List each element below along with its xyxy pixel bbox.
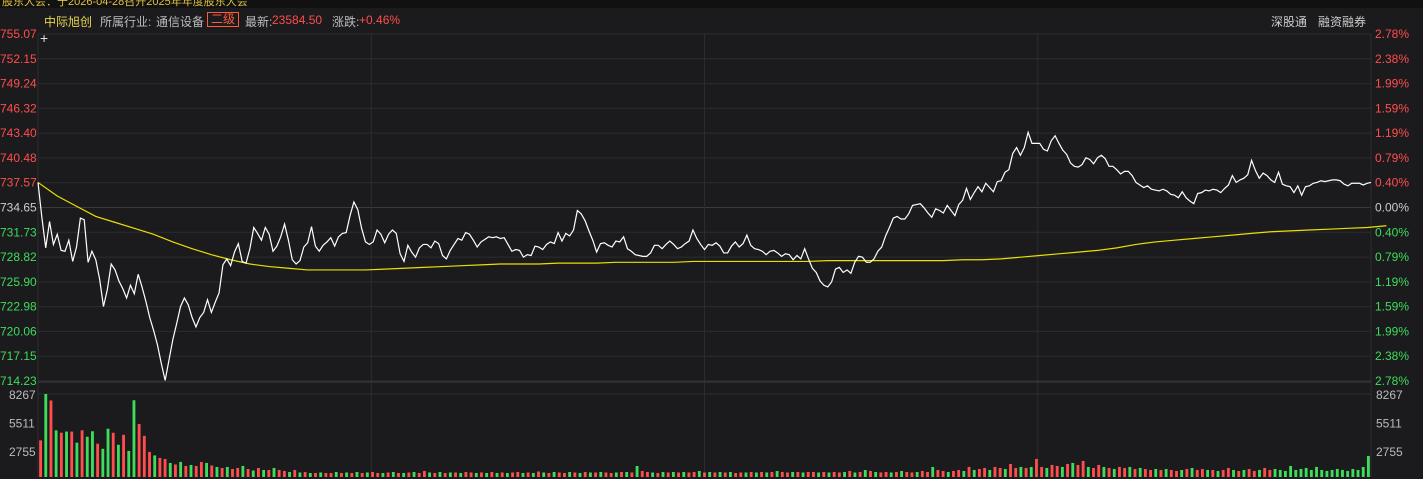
percent-tick-label: 0.79% — [1375, 151, 1409, 165]
volume-tick-label-left: 2755 — [9, 445, 36, 459]
percent-axis-right: 2.78% 2.38% 1.99% 1.59% 1.19% 0.79% 0.40% 0.00%… — [1375, 27, 1409, 388]
price-tick-label: 740.48 — [0, 151, 37, 165]
volume-tick-label-right: 5511 — [1376, 417, 1402, 431]
price-tick-label: 749.24 — [0, 77, 37, 91]
percent-tick-label: 1.59% — [1375, 101, 1409, 115]
percent-tick-label: 1.19% — [1375, 275, 1409, 289]
price-tick-label: 725.90 — [0, 275, 37, 289]
percent-tick-label: 2.78% — [1375, 374, 1409, 388]
percent-tick-label: 1.99% — [1375, 77, 1409, 91]
price-axis-left: 755.07 752.15 749.24 746.32 743.40 740.48 737.… — [0, 27, 37, 388]
price-tick-label: 752.15 — [0, 52, 37, 66]
percent-tick-label: 0.00% — [1375, 201, 1409, 215]
price-tick-label: 734.65 — [0, 201, 37, 215]
percent-tick-label: 0.40% — [1375, 176, 1409, 190]
percent-tick-label: 1.19% — [1375, 126, 1409, 140]
volume-tick-label-right: 8267 — [1376, 388, 1403, 402]
percent-tick-label: 2.38% — [1375, 52, 1409, 66]
price-tick-label: 722.98 — [0, 300, 37, 314]
price-tick-label: 755.07 — [0, 27, 37, 41]
price-tick-label: 720.06 — [0, 324, 37, 338]
price-tick-label: 731.73 — [0, 225, 37, 239]
volume-axis: 8267 8267 5511 5511 2755 2755 — [9, 388, 1403, 459]
price-tick-label: 743.40 — [0, 126, 37, 140]
volume-tick-label-right: 2755 — [1376, 445, 1403, 459]
chart-grid — [37, 33, 1372, 477]
volume-tick-label-left: 5511 — [9, 417, 35, 431]
volume-tick-label-left: 8267 — [9, 388, 36, 402]
percent-tick-label: 1.59% — [1375, 300, 1409, 314]
percent-tick-label: 0.40% — [1375, 225, 1409, 239]
price-tick-label: 746.32 — [0, 101, 37, 115]
price-tick-label: 728.82 — [0, 250, 37, 264]
price-tick-label: 714.23 — [0, 374, 37, 388]
intraday-chart[interactable]: 755.07 752.15 749.24 746.32 743.40 740.48 737.… — [0, 0, 1423, 479]
price-tick-label: 717.15 — [0, 349, 37, 363]
price-tick-label: 737.57 — [0, 176, 37, 190]
percent-tick-label: 2.78% — [1375, 27, 1409, 41]
percent-tick-label: 1.99% — [1375, 324, 1409, 338]
percent-tick-label: 0.79% — [1375, 250, 1409, 264]
percent-tick-label: 2.38% — [1375, 349, 1409, 363]
